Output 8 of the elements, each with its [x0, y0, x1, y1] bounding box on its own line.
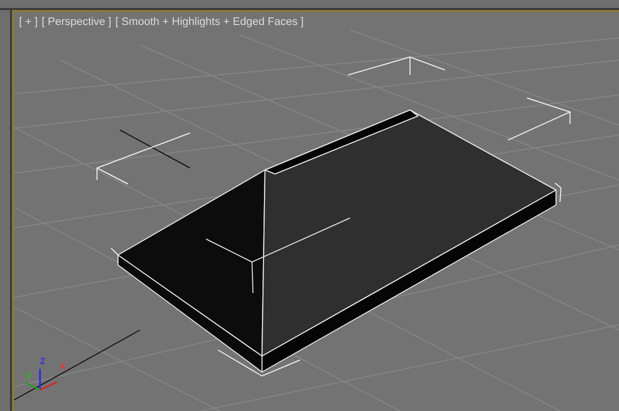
perspective-viewport[interactable]: [ + ] [ Perspective ] [ Smooth + Highlights + Edged Faces ] z y x: [12, 10, 619, 411]
viewport-label[interactable]: [ + ]: [19, 14, 38, 30]
viewport-label[interactable]: [ Perspective ]: [42, 14, 112, 30]
viewport-label[interactable]: [ Smooth + Highlights + Edged Faces ]: [115, 14, 304, 30]
axis-label: y: [26, 370, 32, 381]
axis-tripod-icon: [26, 369, 58, 391]
axis-label: x: [60, 361, 66, 372]
axis-label: z: [40, 356, 46, 367]
